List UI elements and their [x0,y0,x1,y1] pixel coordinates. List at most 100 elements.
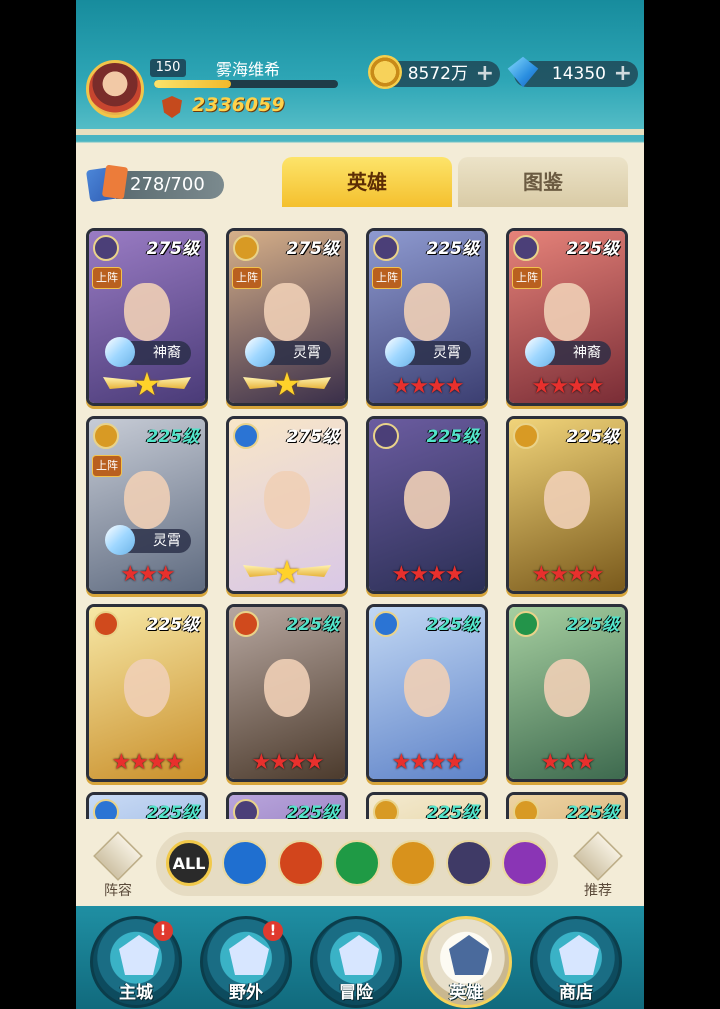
dark-faction-icon [93,235,119,261]
hero-card[interactable]: 225级 [506,792,628,819]
fire-faction-icon[interactable] [278,840,324,886]
hero-level: 275级 [146,239,200,259]
gold-star-rank: ★ [243,553,331,591]
hero-face [123,470,171,530]
hero-card[interactable]: 225级 ★★★★ [86,604,208,782]
title-emblem-icon [105,525,135,555]
player-name: 雾海维希 [216,60,281,79]
hero-title: 灵霄 [153,533,181,549]
hero-stars: ★★★ [540,750,595,775]
dark-faction-icon [233,799,259,819]
nav-label: 主城 [119,983,153,1003]
hero-card[interactable]: 225级 [366,792,488,819]
nav-shop[interactable]: 商店 [530,916,622,1008]
fire-faction-icon [233,611,259,637]
deployed-badge: 上阵 [512,267,542,289]
hero-face [263,658,311,718]
xp-bar-fill [154,80,232,88]
hero-card[interactable]: 225级 上阵 灵霄 ★★★★ [366,228,488,406]
gold-coin-icon [368,55,402,89]
shop-icon [559,935,599,975]
dark-faction-icon[interactable] [446,840,492,886]
combat-power: 2336059 [192,94,285,116]
lineup-label: 阵容 [104,883,132,899]
alert-badge: ! [153,921,173,941]
hero-level: 225级 [566,615,620,635]
hero-card[interactable]: 225级 上阵 灵霄 ★★★ [86,416,208,594]
tab-heroes[interactable]: 英雄 [282,157,452,207]
fire-faction-icon [93,611,119,637]
gold-star-icon: ★ [272,365,302,403]
add-gold-button[interactable]: + [476,61,494,87]
faction-filter-bar: 阵容 ALL 推荐 [76,822,644,906]
hero-stars: ★★★ [120,562,175,587]
nav-label: 野外 [229,983,263,1003]
hero-stars: ★★★★ [531,374,605,399]
hero-title-badge: 灵霄 [245,337,331,367]
game-frame: 150 雾海维希 2336059 8572万 + 14350 + 278/700… [76,0,644,1009]
hero-card[interactable]: 225级 ★★★★ [226,604,348,782]
hero-count: 278/700 [130,174,205,195]
water-faction-icon[interactable] [222,840,268,886]
hero-face [263,282,311,342]
hero-level: 225级 [566,427,620,447]
wind-faction-icon[interactable] [334,840,380,886]
hero-stars: ★★★★ [391,562,465,587]
hero-level: 225级 [566,239,620,259]
sword-icon [339,935,379,975]
hero-title-badge: 灵霄 [385,337,471,367]
nav-castle[interactable]: 主城 ! [90,916,182,1008]
recommend-button[interactable]: 推荐 [570,831,626,900]
hero-grid: 275级 上阵 神裔 ★ 275级 上阵 灵霄 ★ 225级 上阵 灵霄 ★★★★ 225级 上阵神… [84,226,636,819]
hero-level: 275级 [286,239,340,259]
lineup-button[interactable]: 阵容 [90,831,146,900]
gold-star-rank: ★ [103,367,191,401]
hero-card[interactable]: 225级 ★★★ [506,604,628,782]
hero-card[interactable]: 275级上阵灵霄 ★ [226,228,348,406]
hero-face [403,282,451,342]
knight-helmet-icon [449,935,489,975]
hero-level: 275级 [286,427,340,447]
castle-icon [119,935,159,975]
hero-stars: ★★★★ [531,562,605,587]
hero-face [403,658,451,718]
hero-title-badge: 神裔 [525,337,611,367]
hero-card[interactable]: 225级上阵神裔 ★★★★ [506,228,628,406]
hero-title-badge: 神裔 [105,337,191,367]
hero-card[interactable]: 275级上阵神裔 ★ [86,228,208,406]
title-emblem-icon [525,337,555,367]
hero-level: 225级 [426,239,480,259]
nav-label: 商店 [559,983,593,1003]
nav-knight-helmet[interactable]: 英雄 [420,916,512,1008]
gold-star-icon: ★ [272,553,302,591]
hero-level: 225级 [286,803,340,819]
hero-card[interactable]: 225级 ★★★★ [506,416,628,594]
deployed-badge: 上阵 [232,267,262,289]
hero-card[interactable]: 225级 ★★★★ [366,416,488,594]
hero-card[interactable]: 225级 [226,792,348,819]
nav-gate[interactable]: 野外 ! [200,916,292,1008]
gold-star-rank: ★ [243,365,331,403]
hero-card[interactable]: 225级 [86,792,208,819]
nav-sword[interactable]: 冒险 [310,916,402,1008]
hero-cards-icon-back [101,164,129,200]
hero-face [543,282,591,342]
hero-card[interactable]: 225级 ★★★★ [366,604,488,782]
light-faction-icon [513,423,539,449]
light-faction-icon[interactable] [390,840,436,886]
tab-codex[interactable]: 图鉴 [458,157,628,207]
hero-count-badge: 278/700 [116,171,224,199]
player-avatar[interactable] [86,60,144,118]
hero-face [403,470,451,530]
add-diamond-button[interactable]: + [614,61,632,87]
hero-card[interactable]: 275级 ★ [226,416,348,594]
diamond-counter: 14350 + [507,56,638,88]
hero-level: 225级 [426,427,480,447]
nav-label: 英雄 [449,983,483,1003]
hero-stars: ★★★★ [111,750,185,775]
power-shield-icon [162,96,182,118]
title-emblem-icon [245,337,275,367]
all-icon[interactable]: ALL [166,840,212,886]
shadow-faction-icon[interactable] [502,840,548,886]
deployed-badge: 上阵 [92,267,122,289]
